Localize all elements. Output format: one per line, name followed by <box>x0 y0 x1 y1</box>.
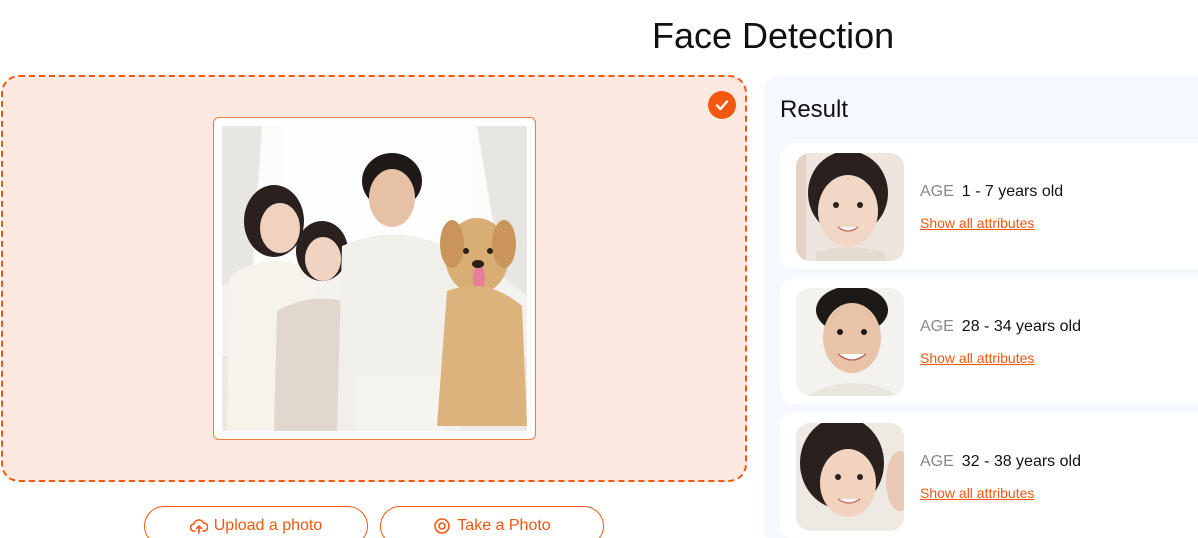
result-card: AGE 32 - 38 years old Show all attributes <box>780 413 1198 538</box>
family-photo <box>222 126 527 431</box>
face-thumbnail <box>796 423 904 531</box>
camera-icon <box>433 517 451 535</box>
check-circle-icon <box>708 91 736 119</box>
result-panel: Result AGE 1 - 7 years old Show all attri… <box>764 75 1198 538</box>
show-all-attributes-link[interactable]: Show all attributes <box>920 215 1034 231</box>
take-photo-label: Take a Photo <box>457 517 551 534</box>
result-heading: Result <box>780 96 849 123</box>
age-label: AGE <box>920 318 954 335</box>
result-card: AGE 1 - 7 years old Show all attributes <box>780 143 1198 269</box>
show-all-attributes-link[interactable]: Show all attributes <box>920 485 1034 501</box>
age-label: AGE <box>920 183 954 200</box>
age-value: 32 - 38 years old <box>961 453 1081 470</box>
upload-photo-label: Upload a photo <box>213 517 323 534</box>
upload-photo-button[interactable]: Upload a photo <box>144 506 368 538</box>
cloud-upload-icon <box>189 517 209 535</box>
face-detection-page: Face Detection Upload a photo Take a Pho… <box>0 0 1198 538</box>
result-card: AGE 28 - 34 years old Show all attributes <box>780 278 1198 404</box>
page-title: Face Detection <box>652 15 895 56</box>
show-all-attributes-link[interactable]: Show all attributes <box>920 350 1034 366</box>
age-value: 1 - 7 years old <box>961 183 1064 200</box>
take-photo-button[interactable]: Take a Photo <box>380 506 604 538</box>
age-value: 28 - 34 years old <box>961 318 1081 335</box>
photo-preview-frame <box>213 117 536 440</box>
face-thumbnail <box>796 288 904 396</box>
face-thumbnail <box>796 153 904 261</box>
age-label: AGE <box>920 453 954 470</box>
photo-dropzone[interactable] <box>1 75 747 482</box>
